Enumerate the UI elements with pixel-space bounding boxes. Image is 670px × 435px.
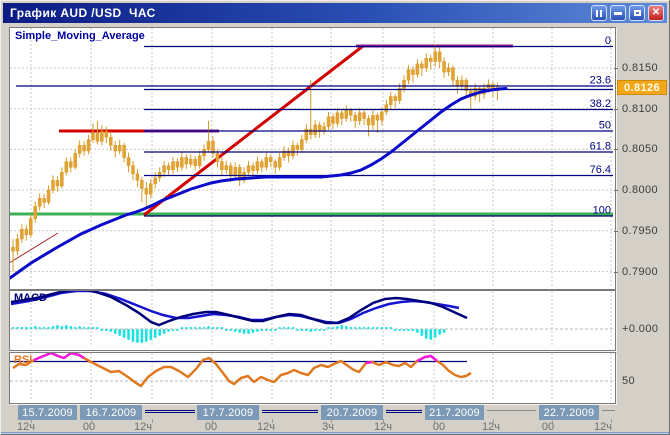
fib-label-100: 100 bbox=[593, 205, 611, 217]
time-tick bbox=[552, 419, 553, 423]
macd-histogram bbox=[12, 325, 446, 343]
grid bbox=[31, 353, 611, 401]
maximize-button[interactable] bbox=[629, 5, 645, 21]
window-buttons: ✕ bbox=[591, 5, 664, 21]
window-title: График AUD /USD ЧАС bbox=[3, 6, 156, 20]
time-tick bbox=[91, 419, 92, 423]
price-tick bbox=[614, 149, 618, 150]
minimize-icon bbox=[614, 12, 622, 15]
pin-button[interactable] bbox=[591, 5, 607, 21]
price-tick bbox=[614, 272, 618, 273]
date-separator bbox=[602, 410, 615, 413]
candles bbox=[12, 44, 499, 272]
fib-label-50: 50 bbox=[599, 120, 611, 132]
sma-line bbox=[10, 89, 506, 279]
date-label: 15.7.2009 bbox=[18, 405, 77, 420]
date-label: 16.7.2009 bbox=[80, 405, 142, 420]
sma-indicator-label: Simple_Moving_Average bbox=[15, 30, 145, 42]
minimize-button[interactable] bbox=[610, 5, 626, 21]
time-tick bbox=[272, 419, 273, 423]
time-tick bbox=[383, 419, 384, 423]
macd-signal-line bbox=[11, 291, 459, 323]
date-label: 22.7.2009 bbox=[539, 405, 599, 420]
fib-label-23.6: 23.6 bbox=[590, 75, 611, 87]
rsi-overbought-segment bbox=[417, 356, 437, 361]
fib-label-76.4: 76.4 bbox=[590, 164, 611, 176]
macd-indicator-label: MACD bbox=[14, 292, 47, 304]
title-bar[interactable]: График AUD /USD ЧАС ✕ bbox=[3, 3, 667, 23]
price-tick bbox=[614, 68, 618, 69]
rsi-overbought-segment bbox=[34, 353, 84, 360]
price-label: 0.8050 bbox=[622, 143, 658, 155]
rsi-overbought-segment bbox=[366, 362, 372, 363]
date-label: 21.7.2009 bbox=[425, 405, 484, 420]
fib-label-61.8: 61.8 bbox=[590, 141, 611, 153]
chart-window: График AUD /USD ЧАС ✕ 0 23.6 38.2 50 61.8 76.… bbox=[0, 0, 670, 435]
fib-label-0: 0 bbox=[605, 35, 611, 47]
fib-label-38.2: 38.2 bbox=[590, 98, 611, 110]
macd-zero-label: +0.000 bbox=[622, 323, 658, 335]
price-label: 0.7950 bbox=[622, 225, 658, 237]
rsi-panel[interactable] bbox=[9, 352, 616, 404]
date-separator bbox=[386, 410, 422, 413]
price-chart-panel[interactable]: 0 23.6 38.2 50 61.8 76.4 100 bbox=[9, 27, 616, 290]
time-tick bbox=[152, 419, 153, 423]
pause-icon bbox=[596, 10, 602, 17]
price-label: 0.8150 bbox=[622, 62, 658, 74]
date-separator bbox=[145, 410, 195, 413]
close-icon: ✕ bbox=[652, 8, 660, 18]
rsi-chart bbox=[10, 353, 613, 401]
time-tick bbox=[31, 419, 32, 423]
price-label: 0.8000 bbox=[622, 184, 658, 196]
time-tick bbox=[434, 419, 435, 423]
candlestick-chart: 0 23.6 38.2 50 61.8 76.4 100 bbox=[10, 28, 613, 287]
price-tick bbox=[614, 109, 618, 110]
price-tick bbox=[614, 190, 618, 191]
time-tick bbox=[331, 419, 332, 423]
time-tick bbox=[611, 419, 612, 423]
date-separator bbox=[487, 410, 536, 413]
macd-panel[interactable] bbox=[9, 290, 616, 351]
date-separator bbox=[262, 410, 318, 413]
date-label: 17.7.2009 bbox=[197, 405, 259, 420]
rsi-level-label: 50 bbox=[622, 375, 635, 387]
macd-chart bbox=[10, 291, 613, 348]
rsi-indicator-label: RSI bbox=[14, 354, 32, 366]
close-button[interactable]: ✕ bbox=[648, 5, 664, 21]
price-tick bbox=[614, 231, 618, 232]
date-label: 20.7.2009 bbox=[321, 405, 383, 420]
macd-main-line bbox=[11, 291, 467, 325]
time-tick bbox=[212, 419, 213, 423]
current-price-badge: 0.8126 bbox=[617, 80, 667, 95]
time-tick bbox=[493, 419, 494, 423]
grid bbox=[10, 28, 613, 287]
maximize-icon bbox=[634, 10, 641, 16]
price-label: 0.8100 bbox=[622, 103, 658, 115]
price-label: 0.7900 bbox=[622, 266, 658, 278]
